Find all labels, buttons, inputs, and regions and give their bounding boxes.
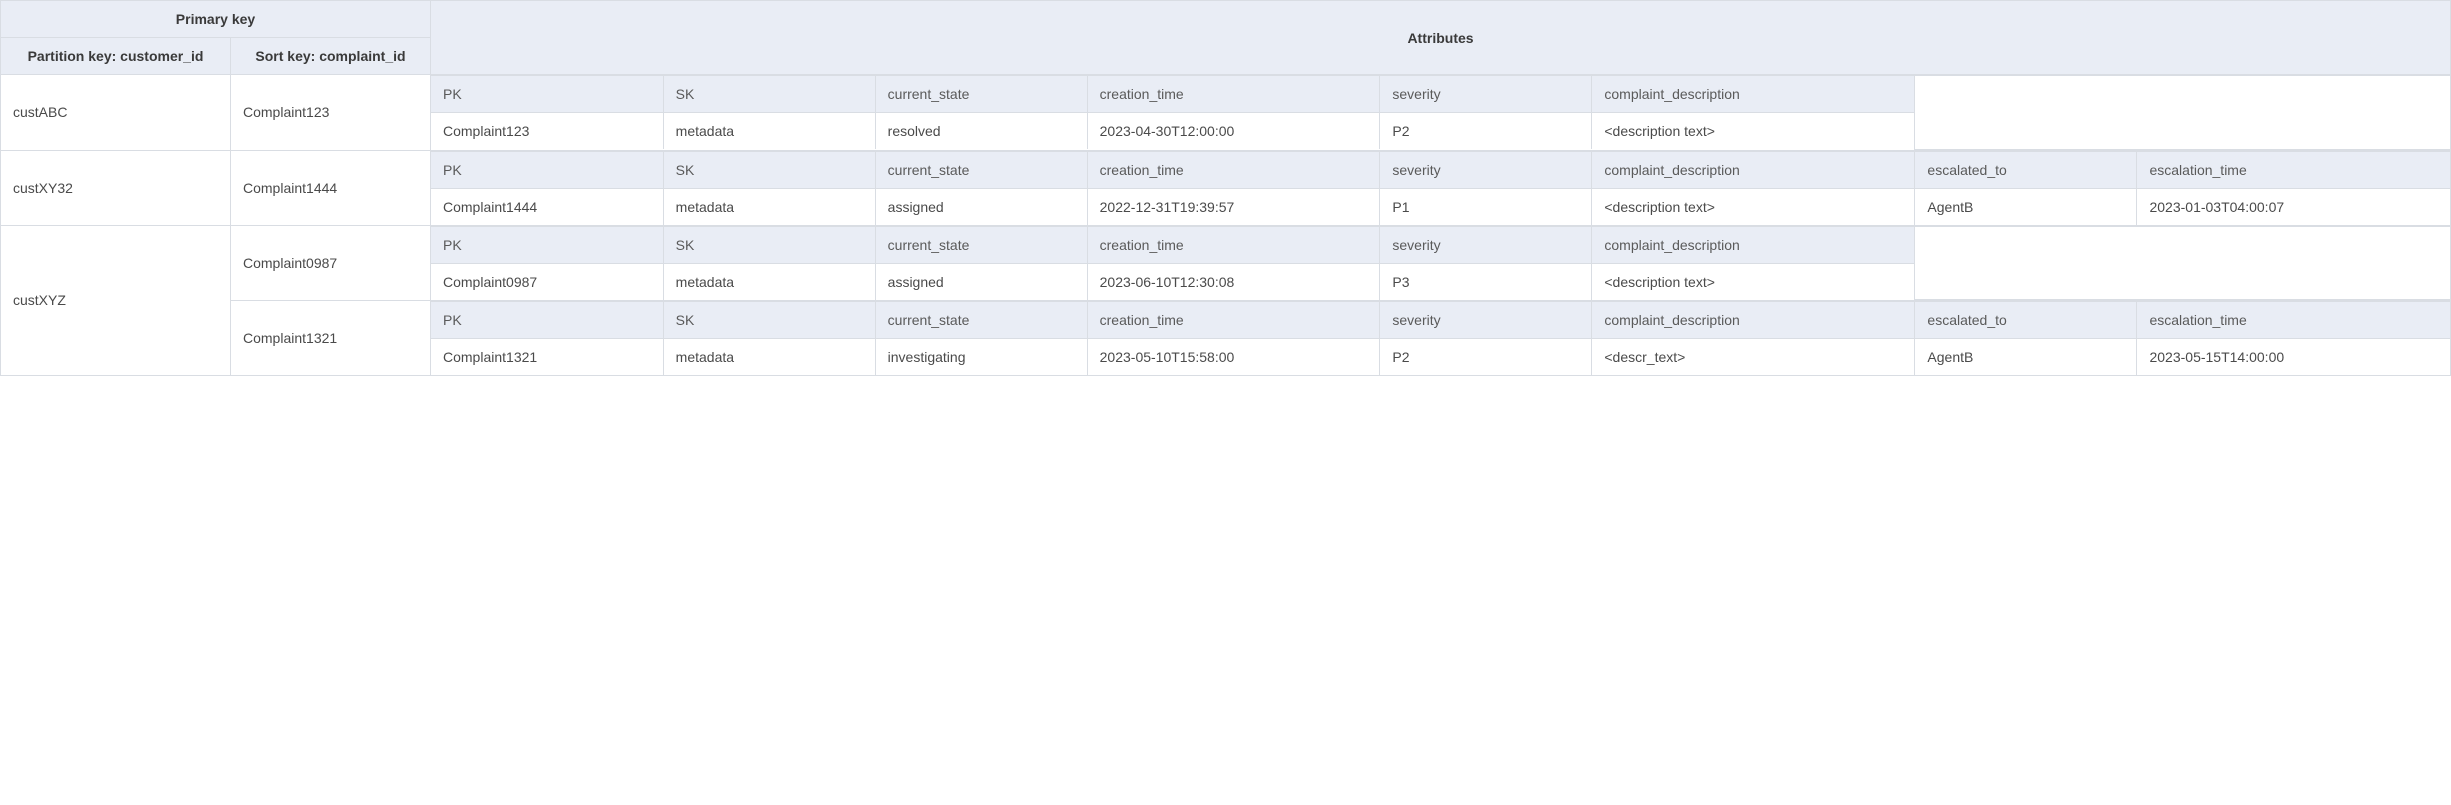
attributes-cell: PKSKcurrent_statecreation_timeseverityco… [431, 150, 2451, 225]
sort-key-value: Complaint1321 [231, 301, 431, 376]
attributes-inner-table: PKSKcurrent_statecreation_timeseverityco… [431, 75, 2450, 150]
attr-value-severity: P2 [1380, 113, 1592, 150]
attr-header-escalated_to: escalated_to [1915, 151, 2137, 188]
attr-value-complaint_description: <description text> [1592, 188, 1915, 225]
attr-value-complaint_description: <description text> [1592, 263, 1915, 300]
attributes-inner-table: PKSKcurrent_statecreation_timeseverityco… [431, 301, 2450, 375]
attr-value-escalation_time: 2023-05-15T14:00:00 [2137, 339, 2450, 376]
attr-value-pk: Complaint123 [431, 113, 663, 150]
attr-value-severity: P2 [1380, 339, 1592, 376]
partition-key-header: Partition key: customer_id [1, 38, 231, 75]
attr-filler [1915, 76, 2450, 150]
attr-header-complaint_description: complaint_description [1592, 151, 1915, 188]
attributes-cell: PKSKcurrent_statecreation_timeseverityco… [431, 301, 2451, 376]
attr-value-severity: P3 [1380, 263, 1592, 300]
attr-header-complaint_description: complaint_description [1592, 76, 1915, 113]
attr-header-creation_time: creation_time [1087, 76, 1380, 113]
attr-value-current_state: investigating [875, 339, 1087, 376]
attributes-inner-table: PKSKcurrent_statecreation_timeseverityco… [431, 226, 2450, 301]
attr-header-severity: severity [1380, 151, 1592, 188]
attr-header-creation_time: creation_time [1087, 226, 1380, 263]
partition-key-value: custABC [1, 75, 231, 151]
attr-value-escalated_to: AgentB [1915, 339, 2137, 376]
attributes-cell: PKSKcurrent_statecreation_timeseverityco… [431, 75, 2451, 151]
attr-value-current_state: assigned [875, 263, 1087, 300]
attributes-cell: PKSKcurrent_statecreation_timeseverityco… [431, 225, 2451, 301]
attr-value-sk: metadata [663, 339, 875, 376]
attributes-header: Attributes [431, 1, 2451, 75]
attr-header-severity: severity [1380, 302, 1592, 339]
attr-value-creation_time: 2023-06-10T12:30:08 [1087, 263, 1380, 300]
attr-header-sk: SK [663, 76, 875, 113]
sort-key-value: Complaint0987 [231, 225, 431, 301]
table-row: custXY32Complaint1444PKSKcurrent_statecr… [1, 150, 2451, 225]
attr-header-escalation_time: escalation_time [2137, 302, 2450, 339]
partition-key-value: custXYZ [1, 225, 231, 376]
attr-value-sk: metadata [663, 263, 875, 300]
attr-value-creation_time: 2023-05-10T15:58:00 [1087, 339, 1380, 376]
attr-filler [1915, 226, 2450, 300]
attr-header-pk: PK [431, 302, 663, 339]
attr-header-current_state: current_state [875, 151, 1087, 188]
attr-value-current_state: assigned [875, 188, 1087, 225]
attr-header-escalated_to: escalated_to [1915, 302, 2137, 339]
attr-header-current_state: current_state [875, 76, 1087, 113]
partition-key-value: custXY32 [1, 150, 231, 225]
sort-key-header: Sort key: complaint_id [231, 38, 431, 75]
attr-value-complaint_description: <descr_text> [1592, 339, 1915, 376]
attr-header-current_state: current_state [875, 226, 1087, 263]
attr-header-severity: severity [1380, 226, 1592, 263]
attr-value-escalated_to: AgentB [1915, 188, 2137, 225]
primary-key-header: Primary key [1, 1, 431, 38]
attr-header-pk: PK [431, 226, 663, 263]
attr-value-current_state: resolved [875, 113, 1087, 150]
table-row: Complaint1321PKSKcurrent_statecreation_t… [1, 301, 2451, 376]
attr-header-sk: SK [663, 226, 875, 263]
attr-header-current_state: current_state [875, 302, 1087, 339]
attr-header-severity: severity [1380, 76, 1592, 113]
attr-value-creation_time: 2023-04-30T12:00:00 [1087, 113, 1380, 150]
attr-value-pk: Complaint1444 [431, 188, 663, 225]
attr-header-pk: PK [431, 151, 663, 188]
attr-value-severity: P1 [1380, 188, 1592, 225]
attr-header-pk: PK [431, 76, 663, 113]
attr-value-sk: metadata [663, 188, 875, 225]
attr-value-complaint_description: <description text> [1592, 113, 1915, 150]
attr-header-creation_time: creation_time [1087, 151, 1380, 188]
attr-value-pk: Complaint1321 [431, 339, 663, 376]
attr-value-pk: Complaint0987 [431, 263, 663, 300]
table-row: custXYZComplaint0987PKSKcurrent_statecre… [1, 225, 2451, 301]
attr-header-sk: SK [663, 151, 875, 188]
attr-header-creation_time: creation_time [1087, 302, 1380, 339]
attr-value-creation_time: 2022-12-31T19:39:57 [1087, 188, 1380, 225]
dynamodb-table: Primary key Attributes Partition key: cu… [0, 0, 2451, 376]
attr-value-escalation_time: 2023-01-03T04:00:07 [2137, 188, 2450, 225]
attr-header-complaint_description: complaint_description [1592, 226, 1915, 263]
sort-key-value: Complaint1444 [231, 150, 431, 225]
attr-header-escalation_time: escalation_time [2137, 151, 2450, 188]
attributes-inner-table: PKSKcurrent_statecreation_timeseverityco… [431, 151, 2450, 225]
attr-header-complaint_description: complaint_description [1592, 302, 1915, 339]
sort-key-value: Complaint123 [231, 75, 431, 151]
attr-header-sk: SK [663, 302, 875, 339]
attr-value-sk: metadata [663, 113, 875, 150]
table-row: custABCComplaint123PKSKcurrent_statecrea… [1, 75, 2451, 151]
